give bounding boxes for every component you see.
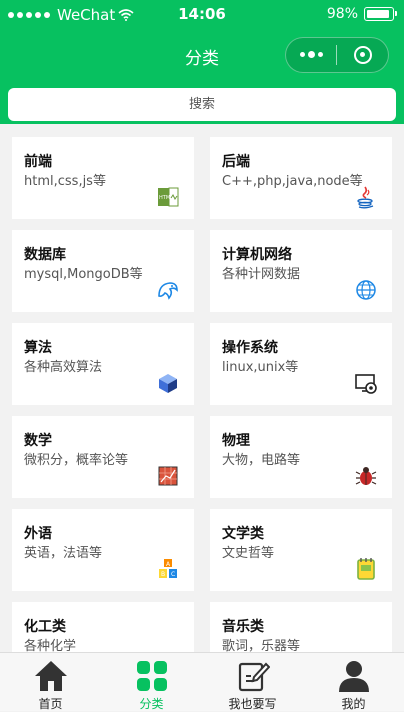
category-title: 数学 [24, 433, 52, 449]
category-desc: C++,php,java,node等 [222, 174, 363, 189]
category-card[interactable]: 外语英语，法语等 A B C [12, 509, 194, 591]
more-options-button[interactable] [286, 51, 336, 58]
abc-blocks-icon: ABC [156, 557, 180, 581]
write-icon [236, 659, 270, 693]
svg-text:C: C [171, 571, 175, 578]
tab-label: 我的 [341, 697, 366, 711]
category-card[interactable]: 数据库 mysql,MongoDB等 [12, 230, 194, 312]
category-desc: linux,unix等 [222, 360, 299, 375]
category-title: 外语 [24, 526, 52, 542]
category-card[interactable]: 算法 各种高效算法 [12, 323, 194, 405]
category-title: 计算机网络 [222, 247, 292, 263]
miniprogram-capsule [285, 37, 389, 73]
category-desc: mysql,MongoDB等 [24, 267, 143, 282]
category-desc: 文史哲等 [222, 546, 275, 561]
tab-home[interactable]: 首页 [0, 653, 101, 711]
tab-label: 我也要写 [228, 697, 277, 711]
category-title: 音乐类 [222, 619, 264, 635]
html-file-icon: HTML [156, 185, 180, 209]
category-title: 算法 [24, 340, 52, 356]
beetle-icon [354, 464, 378, 488]
category-card[interactable]: 操作系统 linux,unix等 [210, 323, 392, 405]
tab-category[interactable]: 分类 [101, 653, 202, 711]
category-desc: html,css,js等 [24, 174, 106, 189]
notebook-icon [354, 557, 378, 581]
battery-percent: 98% [326, 6, 358, 22]
category-desc: 大物，电路等 [222, 453, 301, 468]
category-card[interactable]: 音乐类歌词，乐器等 [210, 602, 392, 652]
category-title: 数据库 [24, 247, 66, 263]
category-card[interactable]: 前端 html,css,js等 HTML [12, 137, 194, 219]
category-desc: 微积分，概率论等 [24, 453, 129, 468]
battery-icon [364, 7, 397, 21]
category-card[interactable]: 物理大物，电路等 [210, 416, 392, 498]
home-icon [34, 659, 68, 693]
category-desc: 各种计网数据 [222, 267, 301, 282]
tab-bar: 首页 分类 我也要写 我的 [0, 652, 404, 711]
dolphin-icon [156, 278, 180, 302]
user-icon [337, 659, 371, 693]
java-icon [354, 185, 378, 209]
category-card[interactable]: 计算机网络各种计网数据 [210, 230, 392, 312]
category-grid: 前端 html,css,js等 HTML 后端 C++,php,java,node等数据… [0, 124, 404, 652]
status-bar: WeChat 14:06 98% [0, 0, 404, 30]
tab-write[interactable]: 我也要写 [202, 653, 303, 711]
nav-bar: 分类 [0, 30, 404, 82]
category-title: 物理 [222, 433, 250, 449]
category-desc: 歌词，乐器等 [222, 639, 301, 652]
category-card[interactable]: 文学类 文史哲等 [210, 509, 392, 591]
monitor-gear-icon [354, 371, 378, 395]
category-title: 化工类 [24, 619, 66, 635]
search-input[interactable]: 搜索 [8, 88, 396, 121]
search-bar: 搜索 [0, 82, 404, 124]
globe-icon [354, 278, 378, 302]
category-title: 操作系统 [222, 340, 278, 356]
close-miniprogram-button[interactable] [337, 46, 388, 64]
cube-icon [156, 371, 180, 395]
category-icon [135, 659, 169, 693]
category-desc: 各种化学 [24, 639, 77, 652]
close-target-icon [353, 46, 372, 64]
category-card[interactable]: 数学微积分，概率论等 [12, 416, 194, 498]
tab-label: 分类 [139, 697, 164, 711]
tab-mine[interactable]: 我的 [303, 653, 404, 711]
svg-text:B: B [161, 571, 165, 578]
category-title: 文学类 [222, 526, 264, 542]
graph-paper-icon [156, 464, 180, 488]
category-card[interactable]: 后端 C++,php,java,node等 [210, 137, 392, 219]
tab-label: 首页 [38, 697, 63, 711]
category-desc: 英语，法语等 [24, 546, 103, 561]
category-card[interactable]: 化工类 各种化学 [12, 602, 194, 652]
category-title: 后端 [222, 154, 250, 170]
category-desc: 各种高效算法 [24, 360, 103, 375]
category-title: 前端 [24, 154, 52, 170]
